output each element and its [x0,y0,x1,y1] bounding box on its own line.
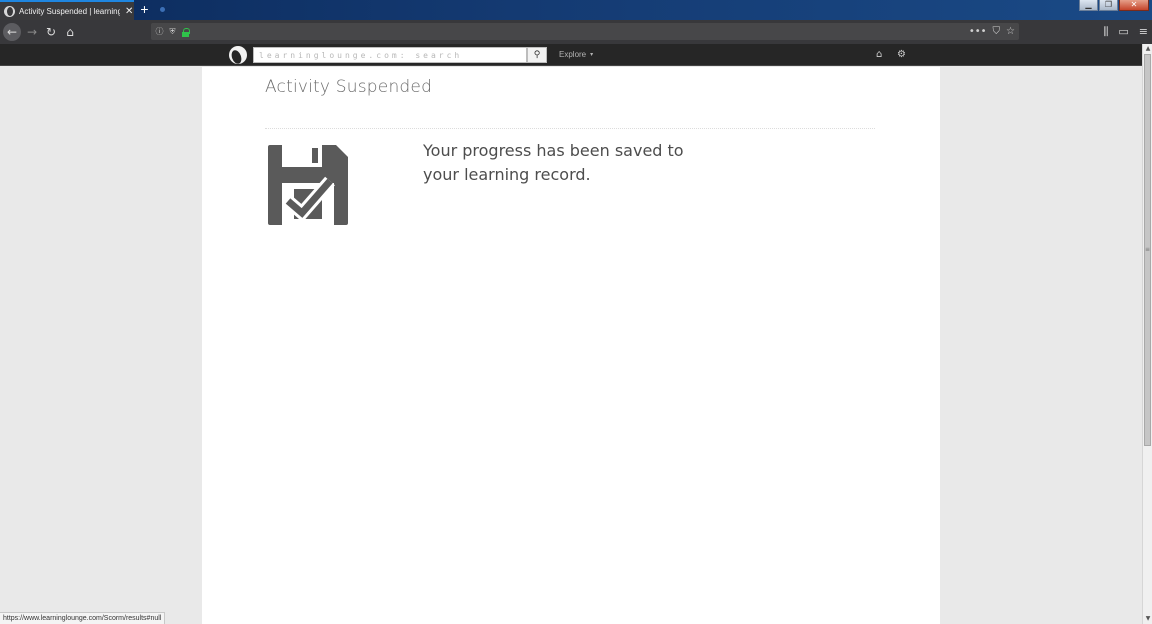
new-tab-button[interactable]: + [137,2,152,17]
browser-toolbar: ← → ↻ ⌂ ⓘ ⛨ ••• ⛉ ☆ ⫼ ▭ ≡ [0,20,1152,44]
lock-icon[interactable] [182,27,190,37]
page-scrollbar[interactable]: ▲ ≡ ▼ [1142,44,1152,624]
divider [265,128,875,129]
bookmark-star-icon[interactable]: ☆ [1006,23,1015,40]
url-actions: ••• ⛉ ☆ [969,23,1015,40]
minimize-button[interactable]: ▁ [1079,0,1098,11]
page-title: Activity Suspended [265,77,433,97]
gear-icon[interactable]: ⚙ [897,48,906,62]
site-favicon-icon [4,5,15,17]
info-icon[interactable]: ⓘ [155,26,164,37]
toolbar-right-tools: ⫼ ▭ ≡ [1103,23,1148,41]
explore-menu[interactable]: Explore ▾ [559,48,593,62]
scroll-up-icon[interactable]: ▲ [1144,45,1152,53]
progress-saved-message: Your progress has been saved to your lea… [423,141,684,184]
scroll-grip-icon: ≡ [1145,246,1151,253]
reload-button[interactable]: ↻ [42,23,60,41]
browser-title-bar: Activity Suspended | learninglo ✕ + ▁ ❐ … [0,0,1152,20]
site-nav-bar: ⚲ Explore ▾ ⌂ ⚙ [0,44,1142,66]
status-bar-url: https://www.learninglounge.com/Scorm/res… [0,612,166,624]
search-icon: ⚲ [533,50,541,60]
home-button[interactable]: ⌂ [61,23,79,41]
search-button[interactable]: ⚲ [527,47,547,63]
back-button[interactable]: ← [3,23,21,41]
content-card: Activity Suspended Your progress has bee… [202,67,940,624]
site-search-input[interactable] [253,47,527,63]
library-icon[interactable]: ⫼ [1103,23,1108,41]
tab-close-icon[interactable]: ✕ [124,6,134,17]
pocket-icon[interactable]: ⛉ [993,23,1001,40]
sidebar-icon[interactable]: ▭ [1118,23,1128,41]
close-window-button[interactable]: ✕ [1119,0,1149,11]
page-actions-icon[interactable]: ••• [969,23,987,40]
maximize-button[interactable]: ❐ [1099,0,1118,11]
site-logo-icon[interactable] [229,46,247,64]
site-home-icon[interactable]: ⌂ [876,48,882,62]
tab-activity-suspended[interactable]: Activity Suspended | learninglo ✕ [0,0,134,20]
tab-title: Activity Suspended | learninglo [19,6,121,16]
address-bar[interactable]: ⓘ ⛨ ••• ⛉ ☆ [151,23,1019,40]
chevron-down-icon: ▾ [590,52,594,58]
tab-overflow-indicator [160,7,165,12]
explore-label: Explore [559,50,587,59]
tracking-shield-icon[interactable]: ⛨ [168,27,177,37]
window-controls: ▁ ❐ ✕ [1079,0,1149,11]
scroll-down-icon[interactable]: ▼ [1144,615,1152,623]
forward-button[interactable]: → [23,23,41,41]
floppy-disk-check-icon [268,145,348,225]
menu-icon[interactable]: ≡ [1139,23,1148,41]
